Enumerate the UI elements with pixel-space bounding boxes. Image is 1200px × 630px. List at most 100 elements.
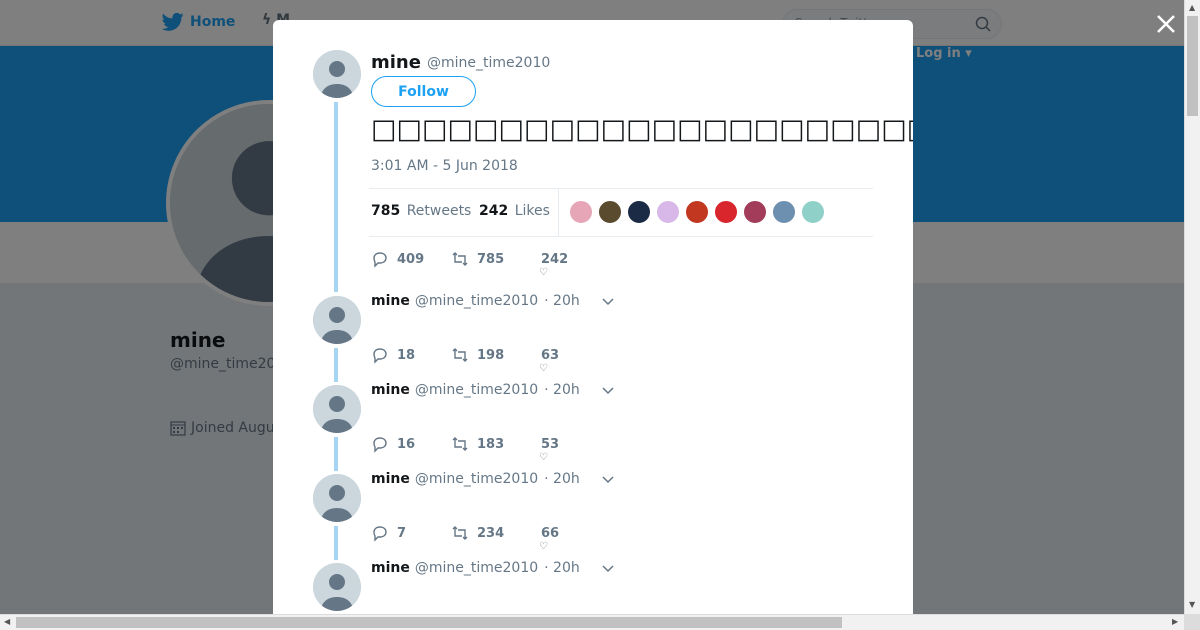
liker-avatar[interactable] (714, 200, 738, 224)
retweet-button[interactable]: 183 (451, 435, 531, 453)
like-count: 242 (541, 251, 569, 267)
like-count: 66 (541, 525, 560, 541)
reply-author-name[interactable]: mine (371, 471, 410, 487)
tweet-author-name[interactable]: mine (371, 52, 421, 73)
thread-line (334, 526, 338, 560)
tweet-text: □□□□□□□□□□□□□□□□□□□□□□□□□□□□□□□□□□□□□□□□… (371, 114, 913, 145)
thread-line (334, 102, 338, 292)
retweet-button[interactable]: 785 (451, 250, 531, 268)
like-button[interactable]: 242 ♡ (531, 251, 571, 278)
liker-avatar[interactable] (685, 200, 709, 224)
reply-time[interactable]: · 20h (544, 382, 580, 398)
like-count: 63 (541, 347, 560, 363)
stats-divider (558, 189, 559, 236)
liker-avatar[interactable] (801, 200, 825, 224)
tweet-stats: 785 Retweets 242 Likes (369, 188, 873, 237)
likers-avatars (569, 200, 825, 224)
heart-icon: ♡ (539, 451, 548, 463)
avatar[interactable] (313, 474, 361, 522)
reply-author-name[interactable]: mine (371, 293, 410, 309)
retweet-count: 198 (477, 347, 505, 363)
reply-count: 409 (397, 251, 425, 267)
default-avatar-icon (313, 385, 361, 433)
retweets-label: Retweets (406, 203, 472, 219)
retweet-icon (452, 348, 468, 362)
tweet-author-handle[interactable]: @mine_time2010 (427, 55, 550, 71)
reply-icon (373, 437, 387, 453)
liker-avatar[interactable] (598, 200, 622, 224)
reply-author-handle[interactable]: @mine_time2010 (415, 560, 538, 576)
retweet-icon (452, 526, 468, 540)
likes-stat[interactable]: 242 Likes (479, 203, 550, 219)
scroll-up-arrow-icon[interactable]: ▲ (1189, 3, 1195, 12)
reply-icon (373, 526, 387, 542)
reply-button[interactable]: 18 (371, 346, 451, 364)
follow-button[interactable]: Follow (371, 76, 476, 107)
default-avatar-icon (313, 50, 361, 98)
reply-time[interactable]: · 20h (544, 471, 580, 487)
liker-avatar[interactable] (569, 200, 593, 224)
liker-avatar[interactable] (772, 200, 796, 224)
retweets-count: 785 (371, 203, 401, 219)
reply-button[interactable]: 16 (371, 435, 451, 453)
avatar[interactable] (313, 50, 361, 98)
horizontal-scrollbar[interactable]: ◀ ▶ (0, 614, 1184, 630)
reply-header: mine @mine_time2010 · 20h (371, 471, 616, 487)
liker-avatar[interactable] (743, 200, 767, 224)
avatar[interactable] (313, 563, 361, 611)
scroll-left-arrow-icon[interactable]: ◀ (4, 617, 10, 626)
like-count: 53 (541, 436, 560, 452)
reply-header: mine @mine_time2010 · 20h (371, 293, 616, 309)
chevron-down-icon[interactable] (600, 471, 616, 487)
scroll-right-arrow-icon[interactable]: ▶ (1172, 617, 1178, 626)
reply-author-handle[interactable]: @mine_time2010 (415, 471, 538, 487)
like-button[interactable]: 63 ♡ (531, 347, 571, 374)
reply-actions: 16 183 53 ♡ (371, 435, 571, 463)
reply-author-handle[interactable]: @mine_time2010 (415, 382, 538, 398)
retweet-count: 234 (477, 525, 505, 541)
close-icon[interactable] (1154, 12, 1178, 36)
reply-icon (373, 348, 387, 364)
likes-count: 242 (479, 203, 509, 219)
reply-actions: 18 198 63 ♡ (371, 346, 571, 374)
reply-author-name[interactable]: mine (371, 560, 410, 576)
reply-icon (373, 252, 387, 268)
tweet-modal: mine @mine_time2010 Follow □□□□□□□□□□□□□… (273, 20, 913, 614)
likes-label: Likes (514, 203, 550, 219)
chevron-down-icon[interactable] (600, 382, 616, 398)
like-button[interactable]: 66 ♡ (531, 525, 571, 552)
reply-time[interactable]: · 20h (544, 560, 580, 576)
reply-author-name[interactable]: mine (371, 382, 410, 398)
thread-line (334, 437, 338, 471)
reply-author-handle[interactable]: @mine_time2010 (415, 293, 538, 309)
retweets-stat[interactable]: 785 Retweets (371, 203, 471, 219)
retweet-icon (452, 437, 468, 451)
retweet-icon (452, 252, 468, 266)
liker-avatar[interactable] (627, 200, 651, 224)
thread-line (334, 348, 338, 382)
reply-header: mine @mine_time2010 · 20h (371, 382, 616, 398)
reply-button[interactable]: 409 (371, 250, 451, 268)
vertical-scroll-thumb[interactable] (1187, 16, 1198, 116)
chevron-down-icon[interactable] (600, 560, 616, 576)
scroll-down-arrow-icon[interactable]: ▼ (1189, 600, 1195, 609)
avatar[interactable] (313, 296, 361, 344)
tweet-timestamp[interactable]: 3:01 AM - 5 Jun 2018 (371, 158, 518, 174)
reply-time[interactable]: · 20h (544, 293, 580, 309)
vertical-scrollbar[interactable]: ▲ ▼ (1184, 0, 1200, 614)
reply-count: 18 (397, 347, 416, 363)
scrollbar-corner (1184, 614, 1200, 630)
horizontal-scroll-thumb[interactable] (16, 617, 842, 628)
heart-icon: ♡ (539, 540, 548, 552)
retweet-count: 785 (477, 251, 505, 267)
reply-count: 7 (397, 525, 407, 541)
default-avatar-icon (313, 296, 361, 344)
avatar[interactable] (313, 385, 361, 433)
liker-avatar[interactable] (656, 200, 680, 224)
chevron-down-icon[interactable] (600, 293, 616, 309)
reply-button[interactable]: 7 (371, 524, 451, 542)
like-button[interactable]: 53 ♡ (531, 436, 571, 463)
retweet-button[interactable]: 234 (451, 524, 531, 542)
retweet-button[interactable]: 198 (451, 346, 531, 364)
reply-count: 16 (397, 436, 416, 452)
